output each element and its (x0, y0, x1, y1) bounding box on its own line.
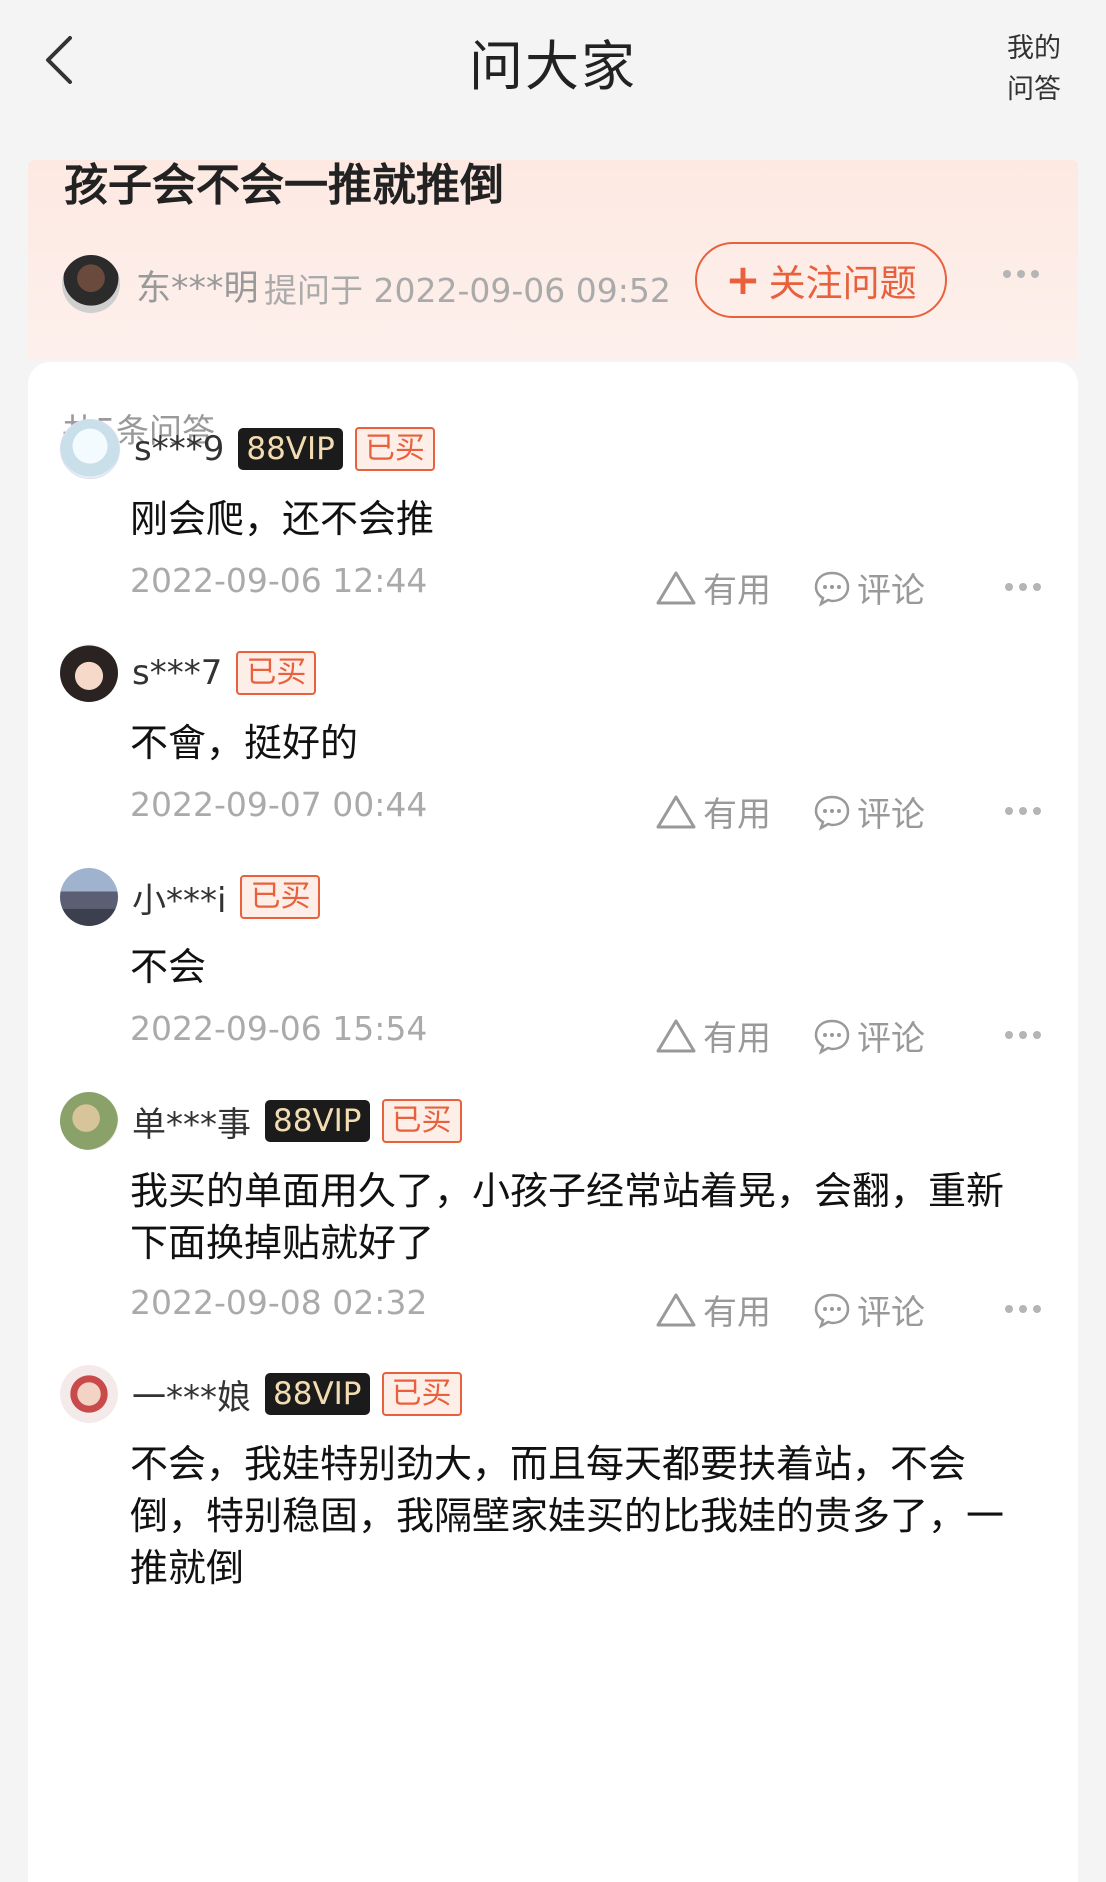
my-qa-line2: 问答 (1007, 74, 1061, 105)
comment-label: 评论 (857, 1019, 925, 1059)
useful-button[interactable]: 有用 (655, 1285, 771, 1334)
answer-footer: 2022-09-07 00:44 有用 评论 (28, 785, 1078, 835)
answer-date: 2022-09-07 00:44 (130, 785, 428, 824)
comment-label: 评论 (857, 795, 925, 835)
answer-footer: 2022-09-06 12:44 有用 评论 (28, 561, 1078, 611)
vip-badge: 88VIP (265, 1373, 370, 1415)
answer-header: s***7 已买 (60, 642, 317, 704)
useful-label: 有用 (703, 1293, 771, 1333)
answer-footer: 2022-09-08 02:32 有用 评论 (28, 1283, 1078, 1333)
follow-question-label: 关注问题 (768, 262, 917, 305)
answer-more-icon[interactable] (1005, 1305, 1041, 1313)
answer-text: 不会 (130, 945, 207, 989)
comment-bubble-icon (814, 1019, 850, 1055)
useful-label: 有用 (703, 795, 771, 835)
triangle-icon (656, 795, 696, 828)
vip-badge: 88VIP (238, 428, 343, 470)
triangle-icon (656, 571, 696, 604)
my-qa-line1: 我的 (1007, 33, 1061, 64)
comment-button[interactable]: 评论 (813, 1285, 925, 1334)
top-nav-bar: 问大家 我的 问答 (0, 0, 1106, 140)
vip-badge: 88VIP (265, 1100, 370, 1142)
comment-button[interactable]: 评论 (813, 563, 925, 612)
answer-text: 刚会爬，还不会推 (130, 497, 435, 541)
answer-date: 2022-09-06 15:54 (130, 1009, 428, 1048)
plus-icon: + (725, 255, 761, 304)
comment-label: 评论 (857, 571, 925, 611)
answer-date: 2022-09-08 02:32 (130, 1283, 428, 1322)
asker-name: 东***明 (136, 269, 259, 309)
answer-username: 小***i (132, 880, 227, 921)
asker-avatar[interactable] (62, 255, 120, 313)
comment-bubble-icon (814, 795, 850, 831)
answer-header: s***9 88VIP 已买 (60, 418, 435, 480)
useful-button[interactable]: 有用 (655, 563, 771, 612)
bought-badge: 已买 (240, 875, 321, 919)
question-more-icon[interactable] (1003, 270, 1039, 278)
answer-text: 我买的单面用久了，小孩子经常站着晃，会翻，重新下面换掉贴就好了 (130, 1169, 1005, 1265)
triangle-icon (656, 1019, 696, 1052)
question-card: 孩子会不会一推就推倒 东***明 提问于 2022-09-06 09:52 + … (28, 160, 1078, 360)
comment-bubble-icon (814, 571, 850, 607)
comment-button[interactable]: 评论 (813, 787, 925, 836)
bought-badge: 已买 (381, 1099, 462, 1143)
answer-header: 小***i 已买 (60, 866, 321, 928)
bought-badge: 已买 (354, 427, 435, 471)
useful-label: 有用 (703, 571, 771, 611)
useful-button[interactable]: 有用 (655, 1011, 771, 1060)
answer-date: 2022-09-06 12:44 (130, 561, 428, 600)
answer-footer: 2022-09-06 15:54 有用 评论 (28, 1009, 1078, 1059)
comment-label: 评论 (857, 1293, 925, 1333)
follow-question-button[interactable]: + 关注问题 (695, 242, 947, 318)
page-title: 问大家 (469, 35, 637, 98)
answer-more-icon[interactable] (1005, 1031, 1041, 1039)
comment-button[interactable]: 评论 (813, 1011, 925, 1060)
answer-text: 不會，挺好的 (130, 721, 359, 765)
answer-more-icon[interactable] (1005, 583, 1041, 591)
answer-list: 共5条问答 s***9 88VIP 已买 刚会爬，还不会推 2022-09-06… (28, 362, 1078, 1882)
avatar[interactable] (60, 419, 120, 479)
bought-badge: 已买 (381, 1372, 462, 1416)
avatar[interactable] (60, 1092, 118, 1150)
answer-header: 单***事 88VIP 已买 (60, 1090, 462, 1152)
triangle-icon (656, 1293, 696, 1326)
answer-username: s***7 (132, 653, 223, 693)
asked-time: 提问于 2022-09-06 09:52 (264, 271, 671, 310)
question-title: 孩子会不会一推就推倒 (64, 160, 504, 211)
useful-label: 有用 (703, 1019, 771, 1059)
answer-more-icon[interactable] (1005, 807, 1041, 815)
answer-header: 一***娘 88VIP 已买 (60, 1363, 462, 1425)
useful-button[interactable]: 有用 (655, 787, 771, 836)
comment-bubble-icon (814, 1293, 850, 1329)
answer-username: 单***事 (132, 1104, 251, 1145)
answer-username: 一***娘 (132, 1377, 251, 1418)
answer-text: 不会，我娃特别劲大，而且每天都要扶着站，不会倒，特别稳固，我隔壁家娃买的比我娃的… (130, 1442, 1005, 1590)
my-qa-link[interactable]: 我的 问答 (1004, 28, 1064, 110)
bought-badge: 已买 (236, 651, 317, 695)
avatar[interactable] (60, 868, 118, 926)
avatar[interactable] (60, 1365, 118, 1423)
answer-username: s***9 (134, 429, 225, 469)
avatar[interactable] (60, 644, 118, 702)
